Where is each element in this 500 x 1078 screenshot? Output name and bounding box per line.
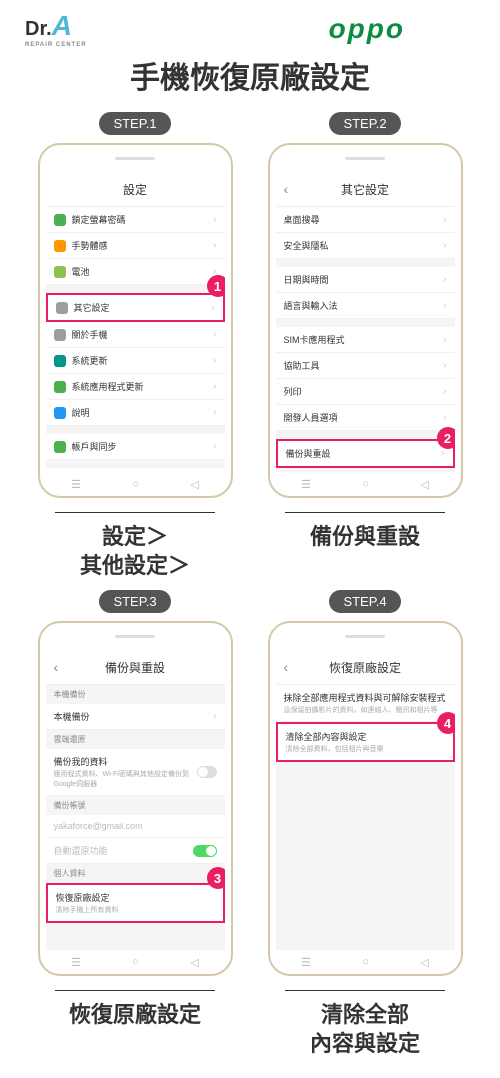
step-number-badge: 2 [437,427,455,449]
step-4: STEP.4 ‹恢復原廠設定 抹除全部應用程式資料與可解除安裝程式這保留拍攝影片… [260,590,470,1058]
list-item[interactable]: 開發人員選項› [276,405,455,431]
list-item[interactable]: 本機備份› [46,704,225,730]
back-icon[interactable]: ‹ [54,659,59,675]
caption: 備份與重設 [310,523,420,552]
nav-menu-icon[interactable]: ☰ [71,478,81,491]
section-label: 雲端還原 [46,730,225,749]
screen-title: ‹恢復原廠設定 [276,651,455,685]
screen-title: ‹備份與重設 [46,651,225,685]
page-title: 手機恢復原廠設定 [0,53,500,97]
toggle[interactable] [197,766,216,778]
nav-back-icon[interactable]: ◁ [190,956,198,969]
list-item[interactable]: 系統應用程式更新› [46,374,225,400]
nav-home-icon[interactable]: ○ [132,956,139,968]
list-item[interactable]: 自動還原功能 [46,838,225,864]
screen-title: 設定 [46,173,225,207]
list-item-factory-reset[interactable]: 3 恢復原廠設定清除手機上所有資料 [46,883,225,923]
nav-back-icon[interactable]: ◁ [190,478,198,491]
caption: 恢復原廠設定 [69,1001,201,1030]
screen: ‹備份與重設 本機備份 本機備份› 雲端還原 備份我的資料應用程式資料、Wi-F… [46,651,225,950]
nav-home-icon[interactable]: ○ [362,478,369,490]
list-item[interactable]: 抹除全部應用程式資料與可解除安裝程式這保留拍攝影片的資料，如連絡人、簡訊和相片等 [276,685,455,722]
settings-list: 桌面搜尋› 安全與隱私› 日期與時間› 語言與輸入法› SIM卡應用程式› 協助… [276,207,455,472]
list-item[interactable]: 鎖定螢幕密碼› [46,207,225,233]
nav-home-icon[interactable]: ○ [132,478,139,490]
list-item[interactable]: 日期與時間› [276,267,455,293]
caption: 設定＞其他設定＞ [80,523,190,580]
nav-bar: ☰ ○ ◁ [46,954,225,970]
settings-list: 鎖定螢幕密碼› 手勢體感› 電池› 1 其它設定› 關於手機› 系統更新› 系統… [46,207,225,472]
nav-menu-icon[interactable]: ☰ [301,956,311,969]
nav-bar: ☰ ○ ◁ [276,954,455,970]
step-2: STEP.2 ‹其它設定 桌面搜尋› 安全與隱私› 日期與時間› 語言與輸入法›… [260,112,470,580]
header: Dr.A REPAIR CENTER oppo [0,0,500,48]
step-badge: STEP.2 [329,112,400,135]
logo-dr-a: Dr.A REPAIR CENTER [25,10,87,48]
nav-menu-icon[interactable]: ☰ [71,956,81,969]
step-number-badge: 1 [207,275,225,297]
back-icon[interactable]: ‹ [284,659,289,675]
phone-frame: 設定 鎖定螢幕密碼› 手勢體感› 電池› 1 其它設定› 關於手機› 系統更新›… [38,143,233,498]
nav-home-icon[interactable]: ○ [362,956,369,968]
phone-frame: ‹備份與重設 本機備份 本機備份› 雲端還原 備份我的資料應用程式資料、Wi-F… [38,621,233,976]
phone-frame: ‹恢復原廠設定 抹除全部應用程式資料與可解除安裝程式這保留拍攝影片的資料，如連絡… [268,621,463,976]
screen: ‹其它設定 桌面搜尋› 安全與隱私› 日期與時間› 語言與輸入法› SIM卡應用… [276,173,455,472]
step-1: STEP.1 設定 鎖定螢幕密碼› 手勢體感› 電池› 1 其它設定› 關於手機… [30,112,240,580]
list-item[interactable]: 備份我的資料應用程式資料、Wi-Fi密碼與其他設定備份到Google伺服器 [46,749,225,796]
list-item[interactable]: 安全與隱私› [276,233,455,259]
list-item[interactable]: 電池› [46,259,225,285]
back-icon[interactable]: ‹ [284,181,289,197]
step-badge: STEP.1 [99,112,170,135]
caption: 清除全部內容與設定 [310,1001,420,1058]
list-item[interactable]: 帳戶與同步› [46,434,225,460]
list-item[interactable]: 協助工具› [276,353,455,379]
nav-bar: ☰ ○ ◁ [276,476,455,492]
nav-menu-icon[interactable]: ☰ [301,478,311,491]
screen: 設定 鎖定螢幕密碼› 手勢體感› 電池› 1 其它設定› 關於手機› 系統更新›… [46,173,225,472]
divider [285,512,445,513]
phone-frame: ‹其它設定 桌面搜尋› 安全與隱私› 日期與時間› 語言與輸入法› SIM卡應用… [268,143,463,498]
list-item[interactable]: 語言與輸入法› [276,293,455,319]
list-item[interactable]: 手勢體感› [46,233,225,259]
list-item-backup-reset[interactable]: 2 備份與重設› [276,439,455,468]
step-badge: STEP.4 [329,590,400,613]
step-3: STEP.3 ‹備份與重設 本機備份 本機備份› 雲端還原 備份我的資料應用程式… [30,590,240,1058]
list-item: yakaforce@gmail.com [46,815,225,838]
nav-back-icon[interactable]: ◁ [420,478,428,491]
list-item[interactable]: 桌面搜尋› [276,207,455,233]
divider [285,990,445,991]
list-item[interactable]: 系統更新› [46,348,225,374]
section-label: 個人資料 [46,864,225,883]
step-badge: STEP.3 [99,590,170,613]
list-item[interactable]: O-Cloud› [46,468,225,472]
section-label: 本機備份 [46,685,225,704]
divider [55,512,215,513]
list-item[interactable]: 關於手機› [46,322,225,348]
list-item[interactable]: SIM卡應用程式› [276,327,455,353]
step-number-badge: 4 [437,712,455,734]
screen: ‹恢復原廠設定 抹除全部應用程式資料與可解除安裝程式這保留拍攝影片的資料，如連絡… [276,651,455,950]
nav-bar: ☰ ○ ◁ [46,476,225,492]
divider [55,990,215,991]
steps-grid: STEP.1 設定 鎖定螢幕密碼› 手勢體感› 電池› 1 其它設定› 關於手機… [0,112,500,1078]
list-item-other-settings[interactable]: 1 其它設定› [46,293,225,322]
toggle[interactable] [193,845,217,857]
logo-oppo: oppo [329,13,405,45]
step-number-badge: 3 [207,867,225,889]
section-label: 備份帳號 [46,796,225,815]
list-item[interactable]: 列印› [276,379,455,405]
screen-title: ‹其它設定 [276,173,455,207]
nav-back-icon[interactable]: ◁ [420,956,428,969]
list-item-erase-all[interactable]: 4 清除全部內容與設定清除全部資料，包括相片與音樂 [276,722,455,762]
list-item[interactable]: 說明› [46,400,225,426]
